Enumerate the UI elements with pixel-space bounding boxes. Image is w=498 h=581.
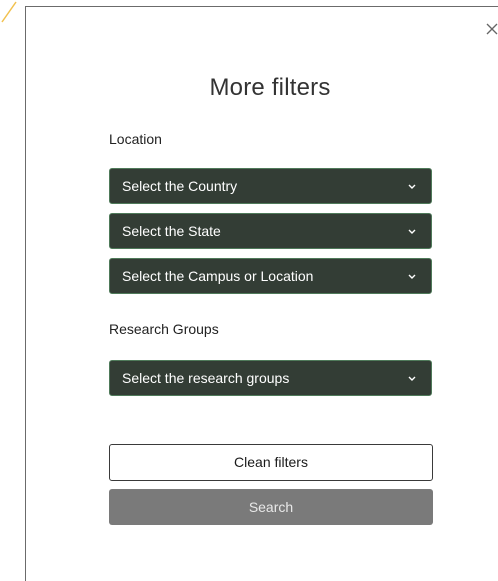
corner-accent-decoration [1,1,17,23]
country-select[interactable]: Select the Country [109,168,432,204]
modal-title: More filters [209,74,331,101]
country-select-label: Select the Country [122,178,238,194]
campus-select-label: Select the Campus or Location [122,268,314,284]
location-label: Location [109,131,162,147]
research-groups-select[interactable]: Select the research groups [109,360,432,396]
state-select[interactable]: Select the State [109,213,432,249]
close-icon[interactable] [486,22,498,36]
research-groups-label: Research Groups [109,321,219,337]
chevron-down-icon [408,184,416,189]
campus-select[interactable]: Select the Campus or Location [109,258,432,294]
chevron-down-icon [408,274,416,279]
state-select-label: Select the State [122,223,221,239]
page: More filters Location Select the Country… [0,0,498,581]
chevron-down-icon [408,376,416,381]
clean-filters-button[interactable]: Clean filters [109,444,433,481]
search-button[interactable]: Search [109,489,433,525]
research-groups-select-label: Select the research groups [122,370,290,386]
chevron-down-icon [408,229,416,234]
